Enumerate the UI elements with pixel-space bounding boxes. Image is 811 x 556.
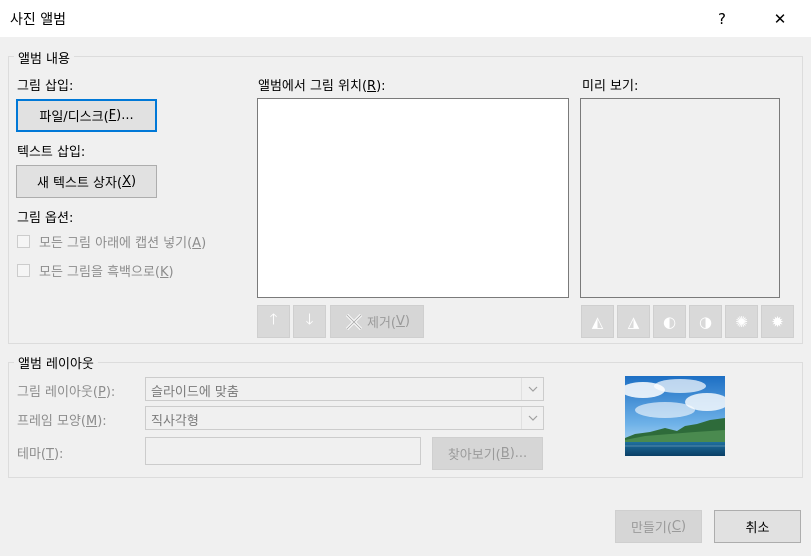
help-button[interactable]: ? — [699, 0, 745, 38]
pictures-in-album-label: 앨범에서 그림 위치(R): — [258, 79, 386, 94]
frame-shape-label: 프레임 모양(M): — [17, 414, 107, 429]
contrast-up-button[interactable]: ◐ — [653, 305, 686, 338]
contrast-down-icon: ◑ — [698, 312, 713, 331]
file-disk-button[interactable]: 파일/디스크(F)... — [16, 99, 157, 132]
insert-picture-label: 그림 삽입: — [17, 79, 74, 94]
rotate-left-icon: ◭ — [591, 312, 604, 331]
close-button[interactable]: ✕ — [757, 0, 803, 38]
remove-button[interactable]: 제거(V) — [330, 305, 424, 338]
black-white-checkbox[interactable] — [17, 264, 30, 277]
pictures-listbox[interactable] — [257, 98, 569, 298]
move-down-button[interactable]: 🡓 — [293, 305, 326, 338]
arrow-down-icon: 🡓 — [305, 310, 314, 328]
brightness-up-button[interactable]: ✺ — [725, 305, 758, 338]
remove-x-icon — [345, 313, 363, 330]
move-up-button[interactable]: 🡑 — [257, 305, 290, 338]
dialog-title: 사진 앨범 — [10, 12, 66, 28]
cancel-button[interactable]: 취소 — [714, 510, 801, 543]
picture-layout-select[interactable]: 슬라이드에 맞춤 — [145, 377, 544, 401]
black-white-checkbox-label: 모든 그림을 흑백으로(K) — [39, 265, 174, 280]
brightness-down-button[interactable]: ✹ — [761, 305, 794, 338]
picture-options-label: 그림 옵션: — [17, 211, 74, 226]
frame-shape-select[interactable]: 직사각형 — [145, 406, 544, 430]
captions-checkbox[interactable] — [17, 235, 30, 248]
rotate-right-icon: ◮ — [627, 312, 640, 331]
title-bar: 사진 앨범 ? ✕ — [0, 0, 811, 38]
contrast-down-button[interactable]: ◑ — [689, 305, 722, 338]
theme-label: 테마(T): — [17, 447, 64, 462]
contrast-up-icon: ◐ — [662, 312, 677, 331]
rotate-right-button[interactable]: ◮ — [617, 305, 650, 338]
theme-input[interactable] — [145, 437, 421, 465]
brightness-down-icon: ✹ — [771, 312, 784, 331]
rotate-left-button[interactable]: ◭ — [581, 305, 614, 338]
chevron-down-icon — [521, 407, 543, 429]
create-button[interactable]: 만들기(C) — [615, 510, 702, 543]
picture-layout-label: 그림 레이아웃(P): — [17, 385, 116, 400]
album-content-legend: 앨범 내용 — [14, 48, 74, 67]
layout-preview-image — [625, 376, 725, 456]
close-icon: ✕ — [773, 10, 787, 28]
album-layout-legend: 앨범 레이아웃 — [14, 353, 98, 372]
preview-pane — [580, 98, 780, 298]
preview-label: 미리 보기: — [582, 79, 639, 94]
new-textbox-button[interactable]: 새 텍스트 상자(X) — [16, 165, 157, 198]
help-icon: ? — [718, 10, 726, 28]
insert-text-label: 텍스트 삽입: — [17, 145, 86, 160]
captions-checkbox-label: 모든 그림 아래에 캡션 넣기(A) — [39, 236, 207, 251]
chevron-down-icon — [521, 378, 543, 400]
brightness-up-icon: ✺ — [735, 312, 748, 331]
browse-button[interactable]: 찾아보기(B)... — [432, 437, 543, 470]
arrow-up-icon: 🡑 — [269, 310, 278, 328]
